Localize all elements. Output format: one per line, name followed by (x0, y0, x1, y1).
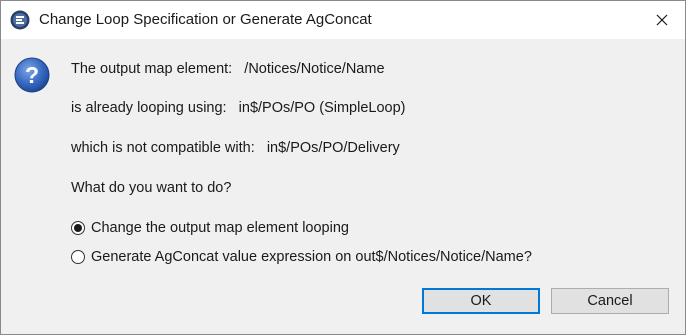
application-icon (10, 10, 30, 30)
radio-button[interactable] (71, 250, 85, 264)
message-output-element: The output map element: /Notices/Notice/… (71, 61, 385, 77)
radio-change-looping[interactable]: Change the output map element looping (71, 218, 349, 238)
message-incompatible: which is not compatible with: in$/POs/PO… (71, 140, 400, 156)
cancel-button[interactable]: Cancel (551, 288, 669, 314)
question-icon: ? (14, 57, 50, 93)
message-current-loop: is already looping using: in$/POs/PO (Si… (71, 100, 406, 116)
close-icon (656, 14, 668, 26)
message-question: What do you want to do? (71, 180, 232, 196)
close-button[interactable] (639, 1, 685, 39)
svg-text:?: ? (25, 62, 39, 88)
radio-label: Generate AgConcat value expression on ou… (91, 249, 532, 265)
dialog-window: Change Loop Specification or Generate Ag… (0, 0, 686, 335)
ok-button[interactable]: OK (422, 288, 540, 314)
radio-label: Change the output map element looping (91, 220, 349, 236)
dialog-body: ? The output map element: /Notices/Notic… (1, 39, 685, 334)
radio-button-selected[interactable] (71, 221, 85, 235)
window-title: Change Loop Specification or Generate Ag… (39, 11, 372, 28)
radio-generate-agconcat[interactable]: Generate AgConcat value expression on ou… (71, 247, 532, 267)
title-bar[interactable]: Change Loop Specification or Generate Ag… (1, 1, 685, 39)
